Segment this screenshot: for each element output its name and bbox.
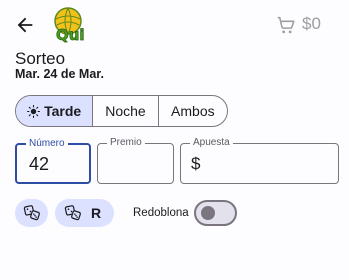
random-dice-button[interactable] <box>15 199 48 227</box>
logo-text: Qui <box>56 26 85 44</box>
cart-total: $0 <box>302 14 321 33</box>
shift-option-label: Noche <box>105 103 146 119</box>
dice-icon <box>64 205 81 221</box>
shift-selector: Tarde Noche Ambos <box>15 95 228 127</box>
back-arrow-icon[interactable] <box>14 14 36 36</box>
qui-logo: Qui <box>54 7 85 44</box>
random-dice-r-button[interactable]: R <box>55 199 114 227</box>
shift-option-label: Ambos <box>171 103 215 119</box>
numero-field[interactable]: Número 42 <box>15 138 91 184</box>
premio-field-label: Premio <box>107 137 145 149</box>
draw-title: Sorteo <box>15 49 66 68</box>
shift-option-noche[interactable]: Noche <box>93 96 159 126</box>
apuesta-field[interactable]: Apuesta $ <box>180 137 339 184</box>
dice-r-label: R <box>91 205 102 221</box>
numero-field-value: 42 <box>29 154 50 174</box>
shift-option-label: Tarde <box>44 103 82 119</box>
numero-field-label: Número <box>26 138 68 150</box>
apuesta-currency-prefix: $ <box>191 154 201 173</box>
sun-icon <box>27 104 41 118</box>
redoblona-switch[interactable] <box>194 200 237 226</box>
dice-icon <box>23 205 40 221</box>
premio-field[interactable]: Premio <box>97 137 174 184</box>
top-app-bar: Qui $0 <box>0 0 349 50</box>
shift-option-tarde[interactable]: Tarde <box>16 96 94 126</box>
draw-date: Mar. 24 de Mar. <box>15 67 104 81</box>
shift-option-ambos[interactable]: Ambos <box>159 96 227 126</box>
apuesta-field-label: Apuesta <box>190 137 233 149</box>
switch-thumb <box>201 206 215 220</box>
cart-icon[interactable] <box>275 14 297 36</box>
redoblona-label: Redoblona <box>133 207 189 219</box>
